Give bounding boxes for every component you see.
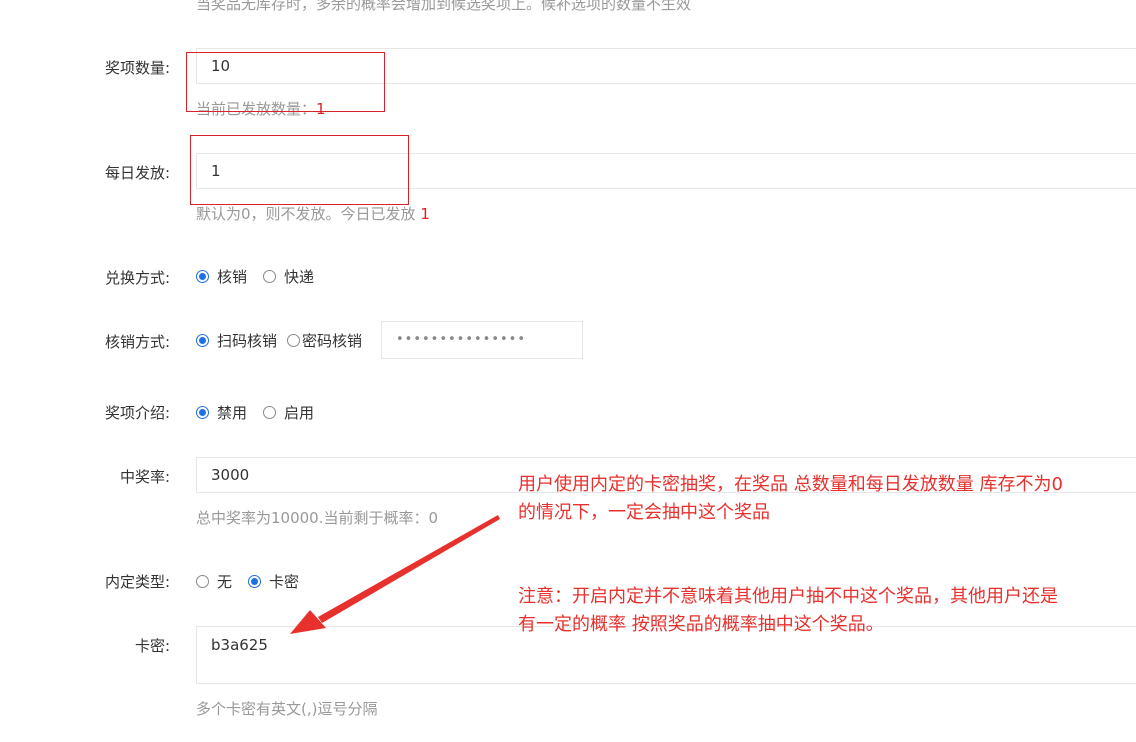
prize-settings-form: 当奖品无库存时，多余的概率会增加到候选奖项上。候补选项的数量不生效 奖项数量: … bbox=[0, 0, 1136, 742]
arrow-head bbox=[290, 610, 326, 634]
annotation-arrow-icon bbox=[290, 515, 500, 634]
arrow-shaft bbox=[318, 515, 500, 623]
